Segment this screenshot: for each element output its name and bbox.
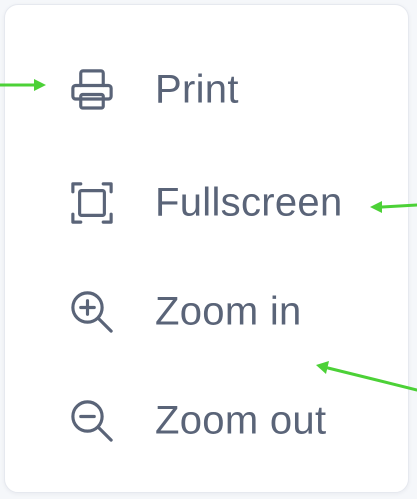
zoom-in-icon (65, 285, 119, 339)
menu-item-label: Zoom out (155, 398, 327, 443)
menu-item-label: Fullscreen (155, 180, 343, 225)
menu-item-label: Zoom in (155, 289, 302, 334)
printer-icon (65, 63, 119, 117)
menu-item-zoom-in[interactable]: Zoom in (5, 267, 408, 357)
context-menu: Print Fullscreen Zoom in Zoom out (4, 4, 409, 493)
screenshot-stage: Print Fullscreen Zoom in Zoom out (0, 0, 417, 499)
menu-item-zoom-out[interactable]: Zoom out (5, 376, 408, 466)
fullscreen-icon (65, 176, 119, 230)
menu-item-print[interactable]: Print (5, 45, 408, 135)
zoom-out-icon (65, 394, 119, 448)
menu-item-fullscreen[interactable]: Fullscreen (5, 158, 408, 248)
menu-item-label: Print (155, 67, 239, 112)
